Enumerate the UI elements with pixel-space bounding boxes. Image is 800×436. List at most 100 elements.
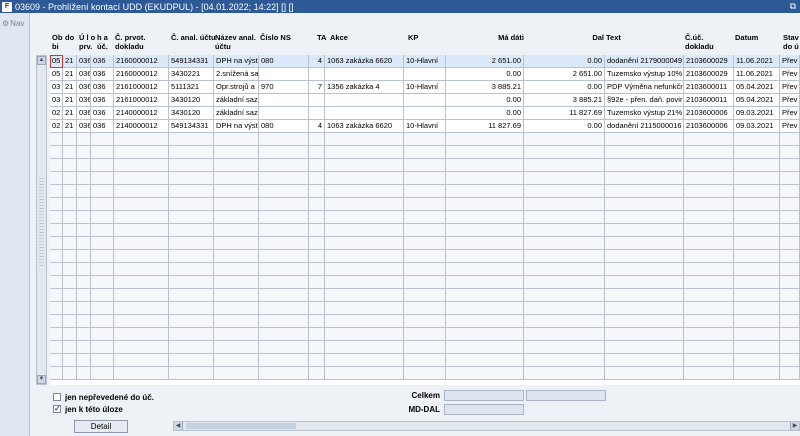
column-header-datum[interactable]: Datum (735, 33, 758, 42)
cell-nazev[interactable] (214, 133, 259, 146)
cell-do[interactable] (63, 224, 77, 237)
cell-ha[interactable] (91, 315, 114, 328)
cell-ob[interactable] (50, 146, 63, 159)
table-row[interactable] (50, 237, 800, 250)
cell-datum[interactable] (734, 198, 780, 211)
cell-cprvot[interactable] (114, 211, 169, 224)
table-row[interactable] (50, 302, 800, 315)
cell-ob[interactable] (50, 354, 63, 367)
cell-ulo[interactable]: 036 (77, 68, 91, 81)
cell-kp[interactable]: 10-Hlavní (404, 55, 446, 68)
cell-cprvot[interactable] (114, 302, 169, 315)
cell-do[interactable] (63, 302, 77, 315)
cell-ta[interactable] (309, 94, 325, 107)
cell-cuc[interactable] (684, 341, 734, 354)
cell-datum[interactable]: 11.06.2021 (734, 55, 780, 68)
cell-kp[interactable] (404, 354, 446, 367)
cell-do[interactable] (63, 133, 77, 146)
cell-nazev[interactable] (214, 185, 259, 198)
cell-cuc[interactable] (684, 224, 734, 237)
cell-stav[interactable] (780, 250, 800, 263)
cell-akce[interactable] (325, 341, 404, 354)
cell-akce[interactable] (325, 289, 404, 302)
cell-datum[interactable] (734, 133, 780, 146)
horizontal-scroll-thumb[interactable] (186, 423, 296, 429)
cell-text[interactable] (605, 263, 684, 276)
cell-text[interactable] (605, 185, 684, 198)
cell-cuc[interactable] (684, 237, 734, 250)
cell-ta[interactable] (309, 367, 325, 380)
cell-canal[interactable] (169, 315, 214, 328)
cell-kp[interactable] (404, 367, 446, 380)
cell-kp[interactable] (404, 172, 446, 185)
cell-akce[interactable] (325, 146, 404, 159)
column-header-kp[interactable]: KP (408, 33, 418, 42)
cell-cprvot[interactable] (114, 133, 169, 146)
column-header-madati[interactable]: Má dáti (480, 33, 524, 42)
cell-ha[interactable]: 036 (91, 94, 114, 107)
cell-ha[interactable] (91, 367, 114, 380)
table-row[interactable] (50, 263, 800, 276)
cell-kp[interactable] (404, 289, 446, 302)
cell-canal[interactable] (169, 276, 214, 289)
cell-text[interactable] (605, 315, 684, 328)
cell-nazev[interactable] (214, 224, 259, 237)
cell-ha[interactable] (91, 133, 114, 146)
cell-kp[interactable] (404, 146, 446, 159)
cell-ta[interactable] (309, 185, 325, 198)
cell-ob[interactable] (50, 172, 63, 185)
cell-cprvot[interactable] (114, 224, 169, 237)
cell-ulo[interactable] (77, 315, 91, 328)
cell-datum[interactable] (734, 146, 780, 159)
cell-cuc[interactable]: 2103600006 (684, 107, 734, 120)
cell-madati[interactable] (446, 263, 524, 276)
arrow-right-icon[interactable]: ▶ (790, 422, 799, 430)
cell-ta[interactable] (309, 302, 325, 315)
cell-akce[interactable] (325, 68, 404, 81)
nav-toggle[interactable]: ⚙ Nav (2, 19, 24, 28)
cell-dal[interactable] (524, 250, 605, 263)
cell-cuc[interactable] (684, 315, 734, 328)
cell-akce[interactable] (325, 185, 404, 198)
cell-ob[interactable] (50, 302, 63, 315)
cell-ob[interactable] (50, 133, 63, 146)
table-row[interactable] (50, 224, 800, 237)
cell-ulo[interactable] (77, 250, 91, 263)
cell-madati[interactable] (446, 341, 524, 354)
cell-datum[interactable] (734, 315, 780, 328)
cell-ulo[interactable] (77, 237, 91, 250)
cell-kp[interactable] (404, 276, 446, 289)
cell-ns[interactable] (259, 68, 309, 81)
cell-nazev[interactable] (214, 289, 259, 302)
cell-do[interactable] (63, 172, 77, 185)
cell-madati[interactable]: 0.00 (446, 94, 524, 107)
cell-kp[interactable]: 10-Hlavní (404, 81, 446, 94)
cell-kp[interactable] (404, 185, 446, 198)
table-row[interactable]: 03 21 036 036 2161000012 3430120 základní saz 0… (50, 94, 800, 107)
cell-do[interactable] (63, 289, 77, 302)
cell-cprvot[interactable] (114, 367, 169, 380)
cell-stav[interactable] (780, 276, 800, 289)
cell-ha[interactable] (91, 172, 114, 185)
cell-dal[interactable] (524, 367, 605, 380)
cell-datum[interactable] (734, 276, 780, 289)
cell-stav[interactable] (780, 224, 800, 237)
column-header-nazev[interactable]: Název anal. účtu (215, 33, 263, 51)
column-header-ns[interactable]: Číslo NS (260, 33, 291, 42)
cell-madati[interactable]: 3 885.21 (446, 81, 524, 94)
column-header-ob[interactable]: Ob bi (52, 33, 65, 51)
cell-ob[interactable] (50, 328, 63, 341)
cell-madati[interactable] (446, 250, 524, 263)
cell-stav[interactable]: Přev (780, 55, 800, 68)
cell-madati[interactable] (446, 367, 524, 380)
table-row[interactable] (50, 198, 800, 211)
cell-datum[interactable]: 05.04.2021 (734, 81, 780, 94)
cell-madati[interactable] (446, 159, 524, 172)
cell-cprvot[interactable] (114, 159, 169, 172)
cell-nazev[interactable] (214, 328, 259, 341)
cell-ulo[interactable] (77, 172, 91, 185)
cell-ns[interactable] (259, 146, 309, 159)
cell-ha[interactable] (91, 198, 114, 211)
cell-do[interactable]: 21 (63, 107, 77, 120)
cell-ta[interactable] (309, 263, 325, 276)
